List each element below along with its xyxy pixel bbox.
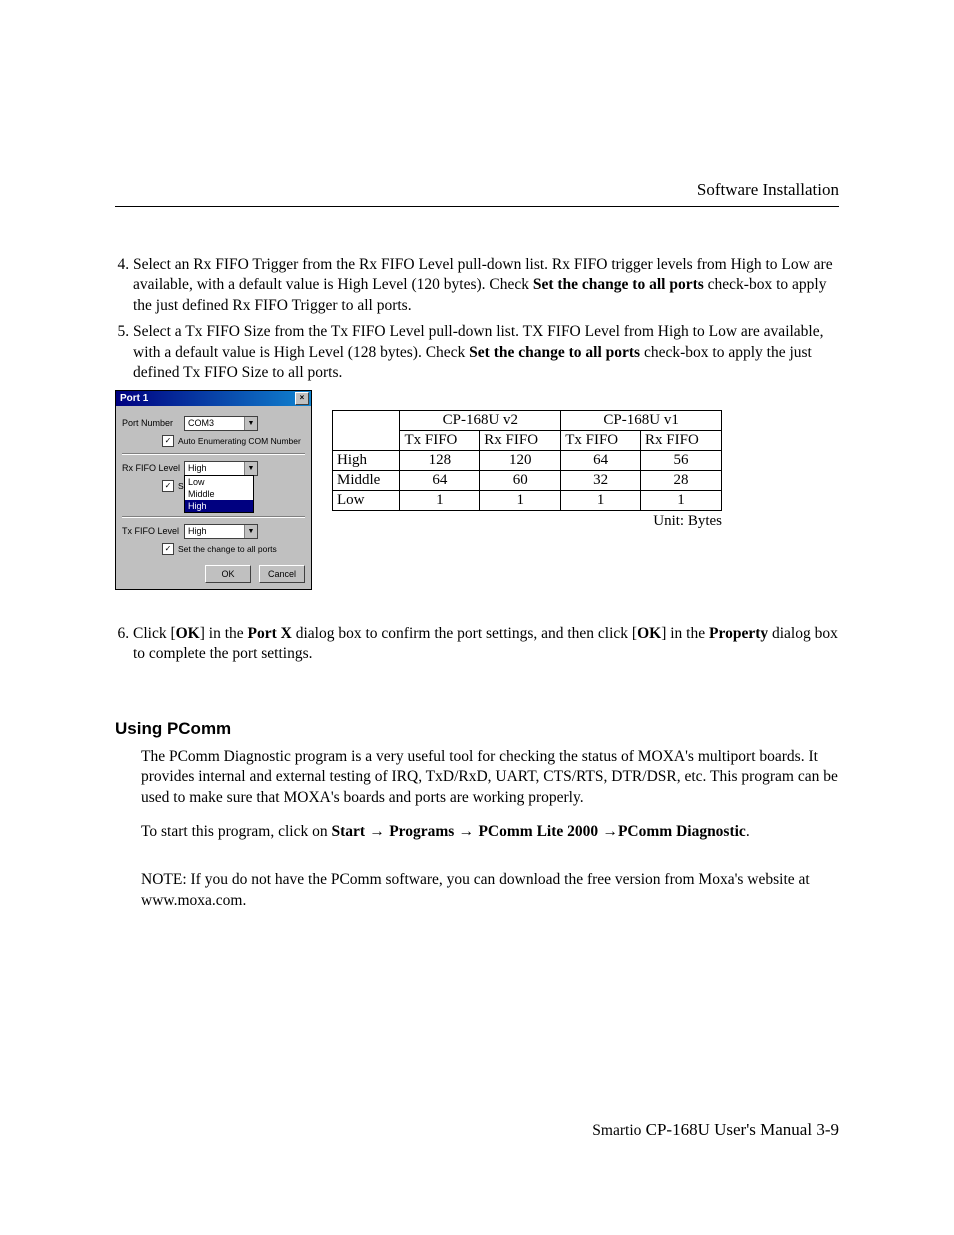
rx-option-middle[interactable]: Middle [185,488,253,500]
col-group-v2: CP-168U v2 [400,410,561,430]
rx-fifo-select[interactable]: High ▼ [184,461,258,476]
cell: 1 [561,490,641,510]
dialog-titlebar: Port 1 × [116,391,311,406]
fifo-table-wrapper: CP-168U v2 CP-168U v1 Tx FIFO Rx FIFO Tx… [332,390,722,530]
step5-bold: Set the change to all ports [469,344,640,361]
footer-rest: CP-168U User's Manual 3-9 [641,1120,839,1139]
step4-bold: Set the change to all ports [533,276,704,293]
section-heading: Using PComm [115,719,839,739]
arrow-icon: → [365,823,389,840]
step-6: Click [OK] in the Port X dialog box to c… [133,624,839,665]
t: To start this program, click on [141,823,331,840]
cell: 1 [641,490,722,510]
step-5: Select a Tx FIFO Size from the Tx FIFO L… [133,322,839,383]
fifo-table: CP-168U v2 CP-168U v1 Tx FIFO Rx FIFO Tx… [332,410,722,511]
pcomm-note: NOTE: If you do not have the PComm softw… [141,870,839,911]
rx-option-high[interactable]: High [185,500,253,512]
step-4: Select an Rx FIFO Trigger from the Rx FI… [133,255,839,316]
table-row: Low 1 1 1 1 [333,490,722,510]
pcomm-para1: The PComm Diagnostic program is a very u… [141,747,839,808]
chevron-down-icon[interactable]: ▼ [244,525,257,538]
dialog-title: Port 1 [120,393,148,404]
table-row: High 128 120 64 56 [333,450,722,470]
cell: 28 [641,470,722,490]
t: Port X [248,625,292,642]
cell: 60 [480,470,561,490]
cell: 1 [400,490,480,510]
port-number-select[interactable]: COM3 ▼ [184,416,258,431]
subcol-2: Tx FIFO [561,430,641,450]
footer-smartio: Smartio [592,1122,641,1139]
t: Click [ [133,625,176,642]
table-row: Middle 64 60 32 28 [333,470,722,490]
port-number-label: Port Number [122,418,184,428]
t: PComm Diagnostic [618,823,746,840]
t: OK [637,625,661,642]
tx-fifo-label: Tx FIFO Level [122,526,184,536]
subcol-1: Rx FIFO [480,430,561,450]
col-group-v1: CP-168U v1 [561,410,722,430]
cell: 120 [480,450,561,470]
tx-fifo-value: High [185,525,244,538]
ok-button[interactable]: OK [205,565,251,583]
t: Programs [389,823,454,840]
t: ] in the [200,625,248,642]
subcol-3: Rx FIFO [641,430,722,450]
close-icon[interactable]: × [295,392,309,405]
subcol-0: Tx FIFO [400,430,480,450]
cell: 64 [561,450,641,470]
rx-option-low[interactable]: Low [185,476,253,488]
port-dialog: Port 1 × Port Number COM3 ▼ ✓ Auto Enume… [115,390,312,590]
t: ] in the [661,625,709,642]
t: Property [709,625,768,642]
rx-set-all-checkbox[interactable]: ✓ [162,480,174,492]
t: OK [176,625,200,642]
row-low-label: Low [333,490,400,510]
table-unit: Unit: Bytes [332,513,722,530]
pcomm-para2: To start this program, click on Start → … [141,822,839,842]
rx-fifo-value: High [185,462,244,475]
row-middle-label: Middle [333,470,400,490]
rx-fifo-dropdown-list[interactable]: Low Middle High [184,475,254,513]
chevron-down-icon[interactable]: ▼ [244,462,257,475]
cell: 56 [641,450,722,470]
chevron-down-icon[interactable]: ▼ [244,417,257,430]
t: dialog box to confirm the port settings,… [292,625,637,642]
t: Start [331,823,365,840]
rx-fifo-label: Rx FIFO Level [122,463,184,473]
tx-set-all-label: Set the change to all ports [178,544,277,554]
cancel-button[interactable]: Cancel [259,565,305,583]
cell: 64 [400,470,480,490]
cell: 1 [480,490,561,510]
auto-enum-label: Auto Enumerating COM Number [178,436,301,446]
row-high-label: High [333,450,400,470]
auto-enum-checkbox[interactable]: ✓ [162,435,174,447]
arrow-icon: → [598,823,618,840]
t: PComm Lite 2000 [478,823,598,840]
page-footer: Smartio CP-168U User's Manual 3-9 [592,1120,839,1140]
tx-fifo-select[interactable]: High ▼ [184,524,258,539]
cell: 32 [561,470,641,490]
page-header: Software Installation [115,180,839,207]
cell: 128 [400,450,480,470]
t: . [746,823,750,840]
arrow-icon: → [454,823,478,840]
tx-set-all-checkbox[interactable]: ✓ [162,543,174,555]
port-number-value: COM3 [185,417,244,430]
